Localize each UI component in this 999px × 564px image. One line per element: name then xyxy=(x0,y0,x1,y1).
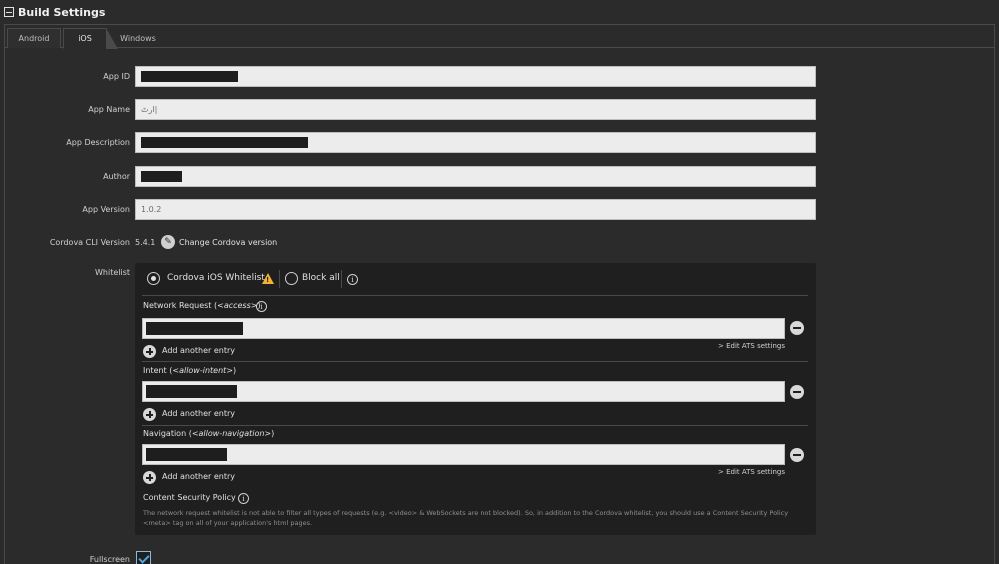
navigation-title: Navigation (<allow-navigation>) xyxy=(143,429,275,438)
divider xyxy=(142,295,808,296)
redacted-value xyxy=(146,448,227,461)
add-icon[interactable] xyxy=(143,345,156,358)
app-description-input[interactable] xyxy=(135,132,816,153)
navigation-input[interactable] xyxy=(142,444,785,465)
remove-icon[interactable] xyxy=(790,385,804,399)
app-id-label: App ID xyxy=(103,72,130,81)
redacted-value xyxy=(141,171,182,182)
cordova-cli-label: Cordova CLI Version xyxy=(49,238,130,247)
add-network-entry[interactable]: Add another entry xyxy=(162,346,235,355)
add-icon[interactable] xyxy=(143,408,156,421)
edit-ats-settings-link[interactable]: > Edit ATS settings xyxy=(718,342,785,350)
csp-title: Content Security Policy xyxy=(143,493,236,502)
app-version-label: App Version xyxy=(82,205,130,214)
block-all-label[interactable]: Block all xyxy=(302,273,340,283)
remove-icon[interactable] xyxy=(790,321,804,335)
app-name-input[interactable]: ارٹ| xyxy=(135,99,816,120)
cordova-whitelist-radio[interactable] xyxy=(147,272,160,285)
cordova-cli-version: 5.4.1 xyxy=(135,238,156,247)
app-description-label: App Description xyxy=(66,138,130,147)
intent-input[interactable] xyxy=(142,381,785,402)
remove-icon[interactable] xyxy=(790,448,804,462)
network-request-title: Network Request (<access>) xyxy=(143,301,261,310)
divider xyxy=(279,270,280,288)
intent-title: Intent (<allow-intent>) xyxy=(143,366,237,375)
redacted-value xyxy=(146,322,243,335)
info-icon[interactable]: i xyxy=(347,274,358,285)
author-label: Author xyxy=(103,172,130,181)
tab-ios[interactable]: iOS xyxy=(63,28,118,49)
redacted-value xyxy=(141,71,238,82)
platform-tabs: Android iOS Windows xyxy=(5,25,994,49)
divider xyxy=(142,361,808,362)
redacted-value xyxy=(146,385,237,398)
whitelist-panel: Cordova iOS Whitelist ! Block all i Netw… xyxy=(135,263,816,535)
build-settings-header[interactable]: Build Settings xyxy=(0,0,999,24)
add-navigation-entry[interactable]: Add another entry xyxy=(162,472,235,481)
info-icon[interactable]: i xyxy=(256,301,267,312)
app-name-value: ارٹ| xyxy=(141,105,158,114)
fullscreen-label: Fullscreen xyxy=(89,555,130,564)
cordova-whitelist-label[interactable]: Cordova iOS Whitelist xyxy=(167,273,265,283)
collapse-icon[interactable] xyxy=(4,7,14,17)
header-title: Build Settings xyxy=(18,5,106,19)
network-request-input[interactable] xyxy=(142,318,785,339)
block-all-radio[interactable] xyxy=(285,272,298,285)
csp-description: The network request whitelist is not abl… xyxy=(143,509,789,527)
app-version-input[interactable]: 1.0.2 xyxy=(135,199,816,220)
whitelist-label: Whitelist xyxy=(94,268,130,277)
tab-android[interactable]: Android xyxy=(7,28,61,48)
edit-ats-settings-link[interactable]: > Edit ATS settings xyxy=(718,468,785,476)
app-id-input[interactable] xyxy=(135,66,816,87)
fullscreen-checkbox[interactable] xyxy=(136,551,151,564)
change-cordova-version-link[interactable]: Change Cordova version xyxy=(179,238,277,247)
divider xyxy=(142,425,808,426)
pencil-icon[interactable]: ✎ xyxy=(161,235,175,249)
add-icon[interactable] xyxy=(143,471,156,484)
info-icon[interactable]: i xyxy=(238,493,249,504)
author-input[interactable] xyxy=(135,166,816,187)
divider xyxy=(341,270,342,288)
add-intent-entry[interactable]: Add another entry xyxy=(162,409,235,418)
app-name-label: App Name xyxy=(88,105,130,114)
tab-windows[interactable]: Windows xyxy=(111,28,165,48)
redacted-value xyxy=(141,137,308,148)
